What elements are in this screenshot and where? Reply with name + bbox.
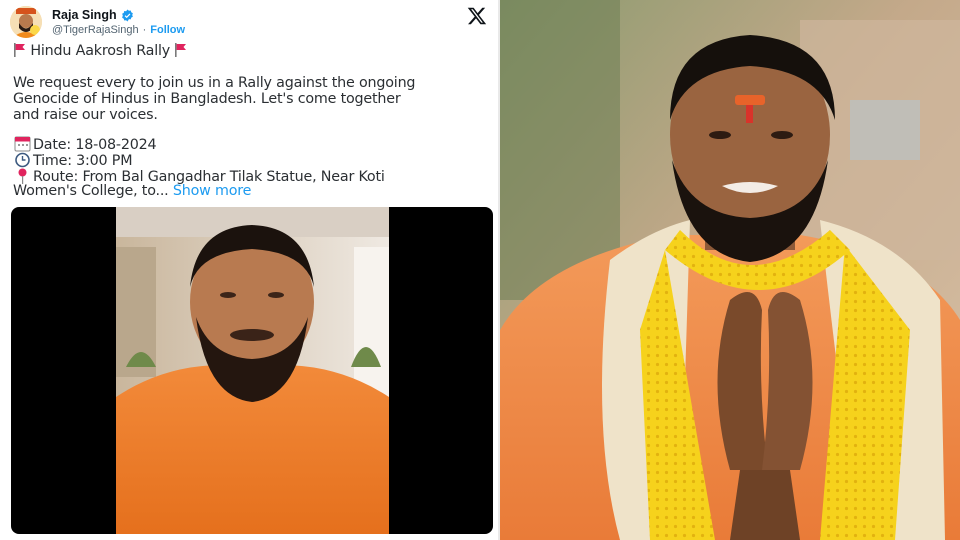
round-pushpin-icon [13,168,33,184]
tweet-header: Raja Singh @TigerRajaSingh · Follow [10,5,488,39]
tweet-video[interactable] [11,207,493,534]
verified-badge-icon [121,9,134,22]
red-flag-icon [174,43,187,57]
paragraph-line: We request every to join us in a Rally a… [13,75,416,91]
show-more-link[interactable]: Show more [173,183,252,199]
avatar[interactable] [10,6,42,38]
time-text: Time: 3:00 PM [33,153,133,169]
separator-dot: · [142,24,147,36]
tweet-card: Raja Singh @TigerRajaSingh · Follow Hind… [0,0,498,540]
rally-title-line: Hindu Aakrosh Rally [13,43,187,60]
calendar-icon [13,136,33,152]
red-flag-icon [13,43,26,57]
rally-title: Hindu Aakrosh Rally [30,43,170,59]
handle-row: @TigerRajaSingh · Follow [52,24,185,36]
date-text: Date: 18-08-2024 [33,137,157,153]
clock-icon [13,152,33,168]
paragraph-line: Genocide of Hindus in Bangladesh. Let's … [13,91,401,107]
route-text-continued: Women's College, to... [13,183,169,199]
route-line-2: Women's College, to... Show more [13,183,252,200]
portrait-photo [500,0,960,540]
display-name[interactable]: Raja Singh [52,8,117,22]
x-logo-icon[interactable] [466,5,488,27]
name-row: Raja Singh [52,8,134,22]
follow-button[interactable]: Follow [150,24,185,36]
user-handle[interactable]: @TigerRajaSingh [52,24,139,36]
paragraph-line: and raise our voices. [13,107,158,123]
video-frame-image[interactable] [116,207,389,534]
